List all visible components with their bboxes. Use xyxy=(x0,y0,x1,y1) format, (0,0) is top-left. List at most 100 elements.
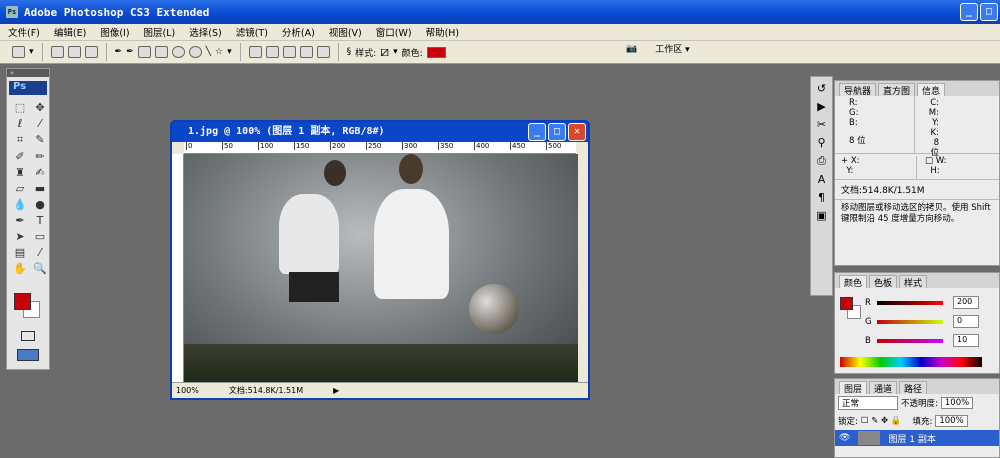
menu-analysis[interactable]: 分析(A) xyxy=(282,25,315,39)
link-icon[interactable]: § xyxy=(347,47,352,57)
doc-size[interactable]: 文档:514.8K/1.51M xyxy=(229,385,303,396)
green-slider[interactable] xyxy=(877,319,943,324)
visibility-eye-icon[interactable]: 👁 xyxy=(839,433,850,443)
menu-window[interactable]: 窗口(W) xyxy=(376,25,412,39)
doc-minimize-button[interactable]: _ xyxy=(528,123,546,141)
zoom-tool-icon[interactable]: 🔍 xyxy=(31,262,49,275)
tool-presets-icon[interactable]: ✂ xyxy=(811,118,832,131)
football xyxy=(469,284,519,334)
menu-edit[interactable]: 编辑(E) xyxy=(54,25,86,39)
menu-help[interactable]: 帮助(H) xyxy=(426,25,460,39)
doc-close-button[interactable]: ✕ xyxy=(568,123,586,141)
eyedropper-icon[interactable]: ⁄ xyxy=(31,246,49,259)
character-icon[interactable]: A xyxy=(811,173,832,186)
shape-tool-icon[interactable]: ▭ xyxy=(31,230,49,243)
stamp-tool-icon[interactable]: ♜ xyxy=(11,166,29,179)
style-picker[interactable]: ⧄ xyxy=(380,44,389,60)
minimize-button[interactable]: _ xyxy=(960,3,978,21)
combine-new-icon[interactable] xyxy=(248,46,262,58)
fill-pixels-icon[interactable] xyxy=(84,46,98,58)
foreground-color[interactable] xyxy=(14,293,31,310)
red-value[interactable]: 200 xyxy=(953,296,979,309)
workspace-button[interactable]: 工作区 ▾ xyxy=(655,42,689,55)
hand-tool-icon[interactable]: ✋ xyxy=(11,262,29,275)
menu-layer[interactable]: 图层(L) xyxy=(144,25,176,39)
color-fg-swatch[interactable] xyxy=(840,297,853,310)
red-slider[interactable] xyxy=(877,300,943,305)
fill-input[interactable]: 100% xyxy=(935,415,968,427)
quick-mask-icon[interactable] xyxy=(21,331,35,341)
line-icon[interactable]: ╲ xyxy=(206,47,211,57)
menu-image[interactable]: 图像(I) xyxy=(100,25,129,39)
path-select-icon[interactable]: ➤ xyxy=(11,230,29,243)
screen-mode-icon[interactable] xyxy=(17,349,39,361)
history-brush-icon[interactable]: ✍ xyxy=(31,166,49,179)
healing-brush-icon[interactable]: ✐ xyxy=(11,150,29,163)
menu-file[interactable]: 文件(F) xyxy=(8,25,40,39)
shape-layers-icon[interactable] xyxy=(50,46,64,58)
rectangle-icon[interactable] xyxy=(137,46,151,58)
blur-tool-icon[interactable]: 💧 xyxy=(11,198,29,211)
maximize-button[interactable]: □ xyxy=(980,3,998,21)
brushes-icon[interactable]: ⚲ xyxy=(811,136,832,149)
tab-layers[interactable]: 图层 xyxy=(839,381,868,395)
options-bar: ▾ ✒ ✒ ╲ ☆ ▾ § 样式: ⧄ ▾ 颜色: xyxy=(0,40,1000,64)
clone-source-icon[interactable]: ⎙ xyxy=(811,154,832,168)
toolbox: « Ps ⬚ ✥ ℓ ⁄ ⌗ ✎ ✐ ✏ ♜ ✍ ▱ ▬ 💧 ● ✒ T ➤ ▭ ▤ ⁄ ✋ 🔍 xyxy=(6,68,50,370)
paths-icon[interactable] xyxy=(67,46,81,58)
freeform-pen-icon[interactable]: ✒ xyxy=(126,47,134,57)
combine-exclude-icon[interactable] xyxy=(316,46,330,58)
layer-row[interactable]: 👁 图层 1 副本 xyxy=(835,430,999,446)
zoom-level[interactable]: 100% xyxy=(176,386,199,395)
tab-info[interactable]: 信息 xyxy=(917,83,946,97)
lock-icons[interactable]: ☐ ✎ ✥ 🔒 xyxy=(861,416,902,426)
menu-filter[interactable]: 滤镜(T) xyxy=(236,25,268,39)
pen-icon[interactable]: ✒ xyxy=(115,47,123,57)
move-tool-icon[interactable]: ✥ xyxy=(31,101,49,114)
marquee-tool-icon[interactable]: ⬚ xyxy=(11,101,29,114)
tab-histogram[interactable]: 直方图 xyxy=(878,83,916,97)
tool-preset-icon[interactable] xyxy=(12,46,25,58)
slice-tool-icon[interactable]: ✎ xyxy=(31,133,49,147)
tab-navigator[interactable]: 导航器 xyxy=(839,83,877,97)
magic-wand-icon[interactable]: ⁄ xyxy=(31,117,49,130)
blue-slider[interactable] xyxy=(877,338,943,343)
tab-channels[interactable]: 通道 xyxy=(869,381,898,395)
canvas-image[interactable] xyxy=(184,154,578,382)
blue-value[interactable]: 10 xyxy=(953,334,979,347)
crop-tool-icon[interactable]: ⌗ xyxy=(11,133,29,147)
doc-maximize-button[interactable]: □ xyxy=(548,123,566,141)
combine-intersect-icon[interactable] xyxy=(299,46,313,58)
tab-color[interactable]: 颜色 xyxy=(839,275,868,289)
color-spectrum[interactable] xyxy=(840,357,982,367)
eraser-tool-icon[interactable]: ▱ xyxy=(11,182,29,195)
type-tool-icon[interactable]: T xyxy=(31,214,49,227)
notes-tool-icon[interactable]: ▤ xyxy=(11,246,29,259)
file-browser-icon[interactable]: 📷 xyxy=(626,44,637,54)
combine-add-icon[interactable] xyxy=(265,46,279,58)
green-value[interactable]: 0 xyxy=(953,315,979,328)
polygon-icon[interactable] xyxy=(188,46,202,58)
tab-styles[interactable]: 样式 xyxy=(899,275,928,289)
layer-comps-icon[interactable]: ▣ xyxy=(811,209,832,222)
paragraph-icon[interactable]: ¶ xyxy=(811,191,832,204)
brush-tool-icon[interactable]: ✏ xyxy=(31,150,49,163)
actions-icon[interactable]: ▶ xyxy=(811,100,832,113)
lasso-tool-icon[interactable]: ℓ xyxy=(11,117,29,130)
status-arrow-icon[interactable]: ▶ xyxy=(333,386,339,395)
menu-select[interactable]: 选择(S) xyxy=(189,25,221,39)
gradient-tool-icon[interactable]: ▬ xyxy=(31,182,49,195)
opacity-input[interactable]: 100% xyxy=(940,397,974,409)
rounded-rect-icon[interactable] xyxy=(154,46,168,58)
shape-color-swatch[interactable] xyxy=(426,46,446,58)
tab-swatches[interactable]: 色板 xyxy=(869,275,898,289)
dodge-tool-icon[interactable]: ● xyxy=(31,198,49,211)
tab-paths[interactable]: 路径 xyxy=(899,381,928,395)
custom-shape-icon[interactable]: ☆ xyxy=(215,47,223,57)
ellipse-icon[interactable] xyxy=(171,46,185,58)
menu-view[interactable]: 视图(V) xyxy=(329,25,362,39)
blend-mode-select[interactable]: 正常 xyxy=(838,396,898,410)
combine-subtract-icon[interactable] xyxy=(282,46,296,58)
pen-tool-icon[interactable]: ✒ xyxy=(11,214,29,227)
history-icon[interactable]: ↺ xyxy=(811,82,832,95)
